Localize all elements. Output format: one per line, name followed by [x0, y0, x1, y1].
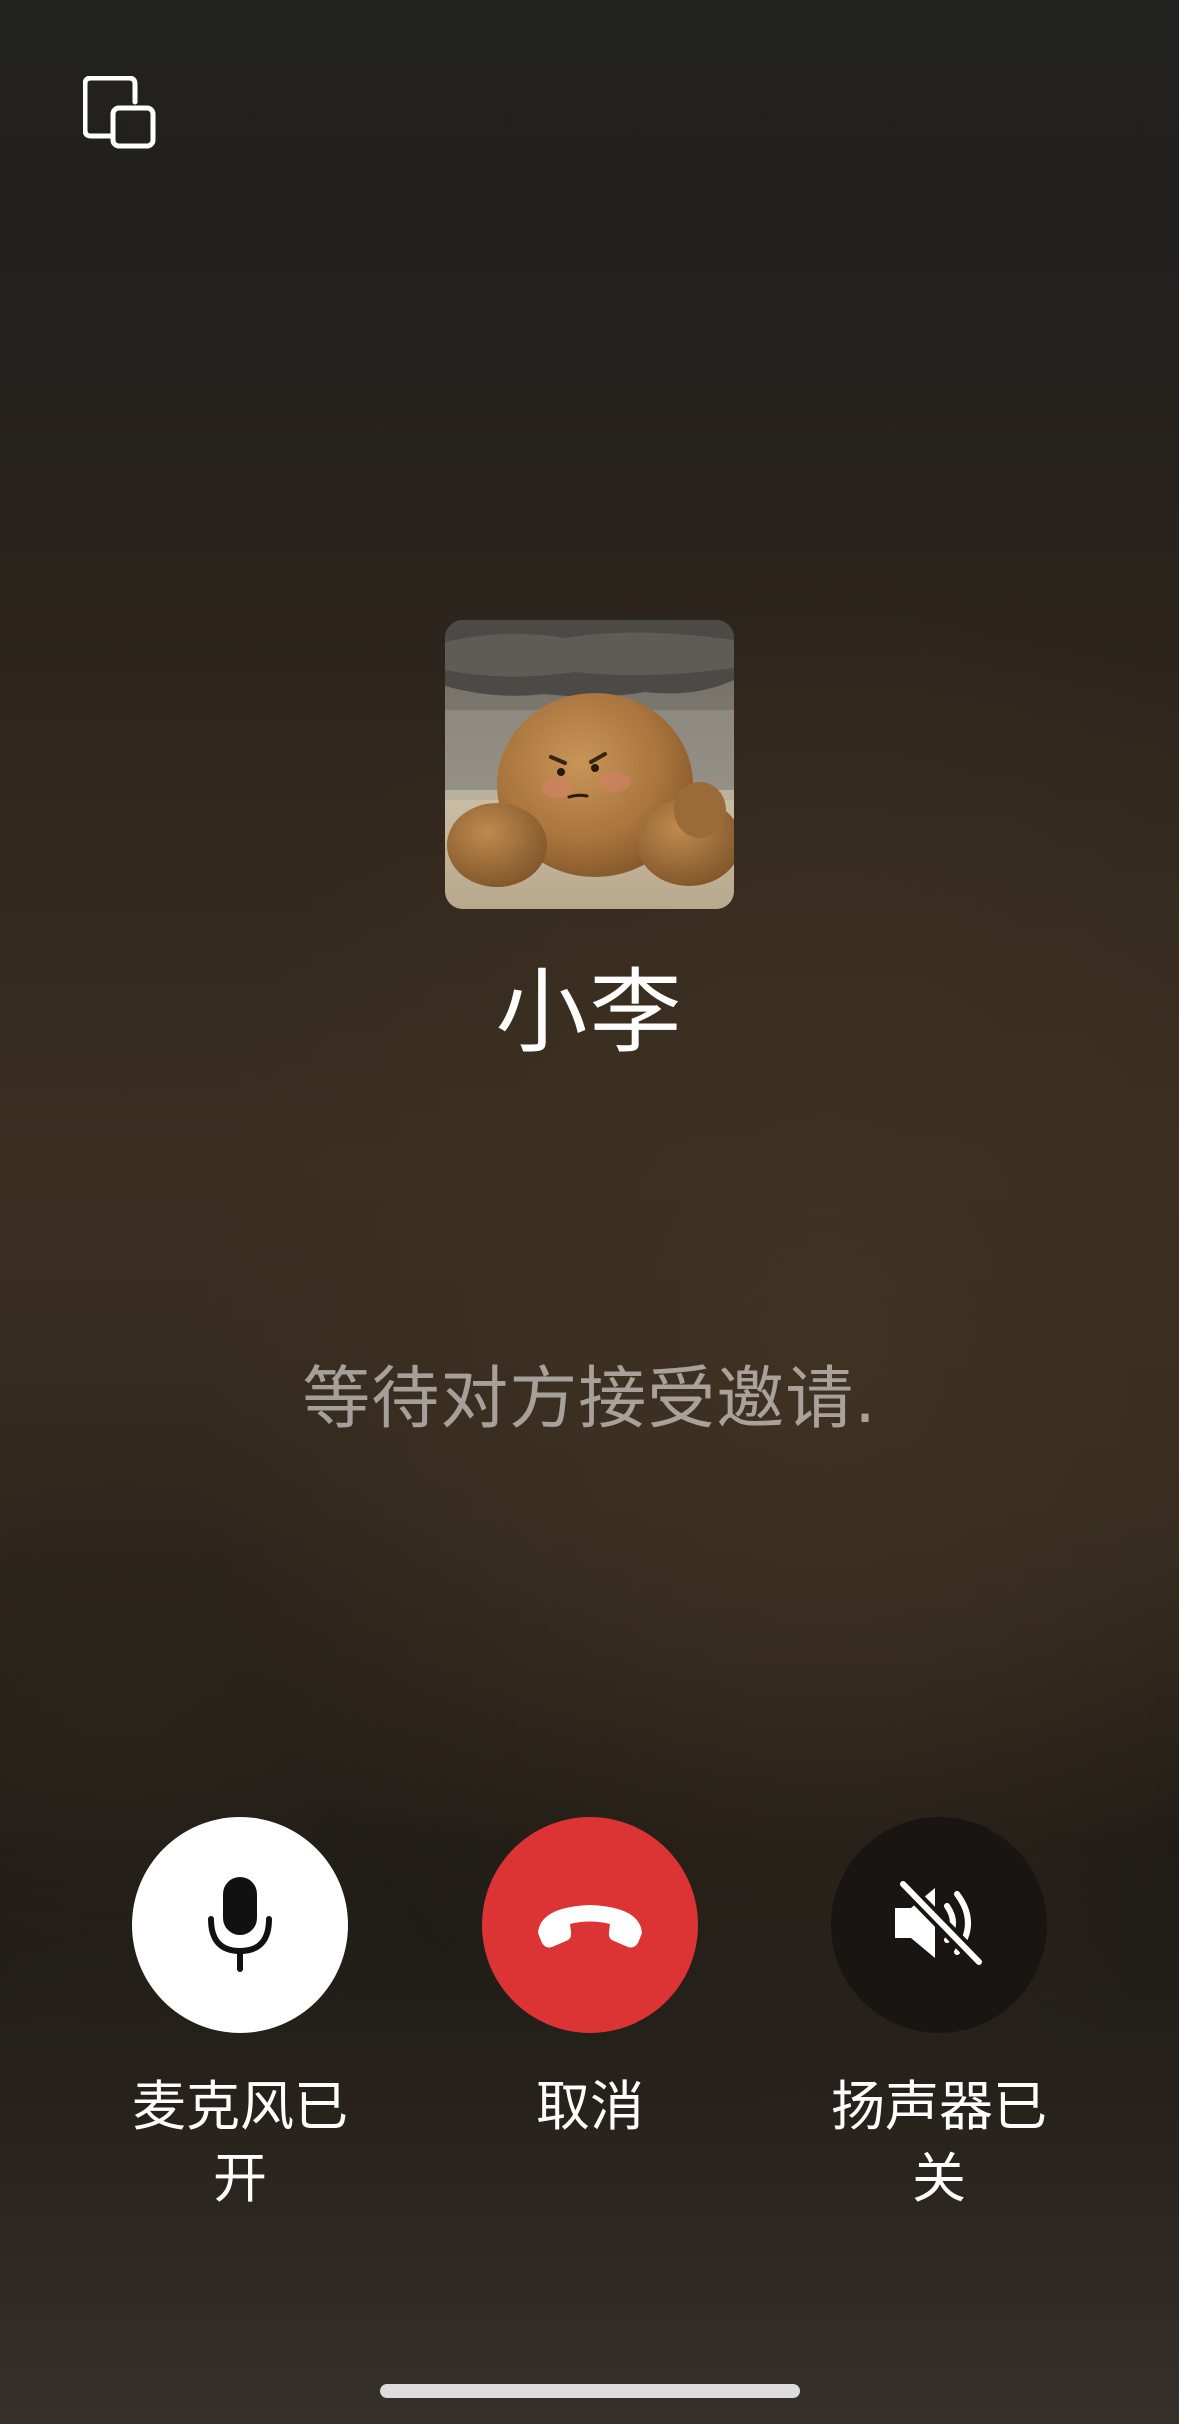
contact-name: 小李: [495, 959, 684, 1066]
speaker-toggle-button[interactable]: [831, 1817, 1047, 2033]
minimize-window-button[interactable]: [70, 65, 170, 165]
speaker-muted-icon: [889, 1877, 989, 1972]
cancel-call-button[interactable]: [482, 1817, 698, 2033]
microphone-control: 麦克风已开: [90, 1817, 390, 2215]
voice-call-screen: 小李 等待对方接受邀请. 麦克风已开 取消 扬声器已关: [0, 0, 1179, 2424]
microphone-toggle-button[interactable]: [132, 1817, 348, 2033]
cancel-call-control: 取消: [440, 1817, 740, 2143]
call-status-text: 等待对方接受邀请.: [302, 1360, 877, 1439]
speaker-control: 扬声器已关: [789, 1817, 1089, 2215]
speaker-status-label: 扬声器已关: [831, 2075, 1047, 2210]
picture-in-picture-icon: [82, 75, 157, 154]
microphone-icon: [205, 1873, 275, 1977]
microphone-status-label: 麦克风已开: [132, 2075, 348, 2210]
home-indicator[interactable]: [380, 2384, 800, 2398]
contact-avatar: [445, 620, 734, 909]
cancel-label: 取消: [536, 2075, 644, 2138]
potato-character-avatar: [445, 620, 734, 909]
hang-up-icon: [530, 1893, 650, 1957]
